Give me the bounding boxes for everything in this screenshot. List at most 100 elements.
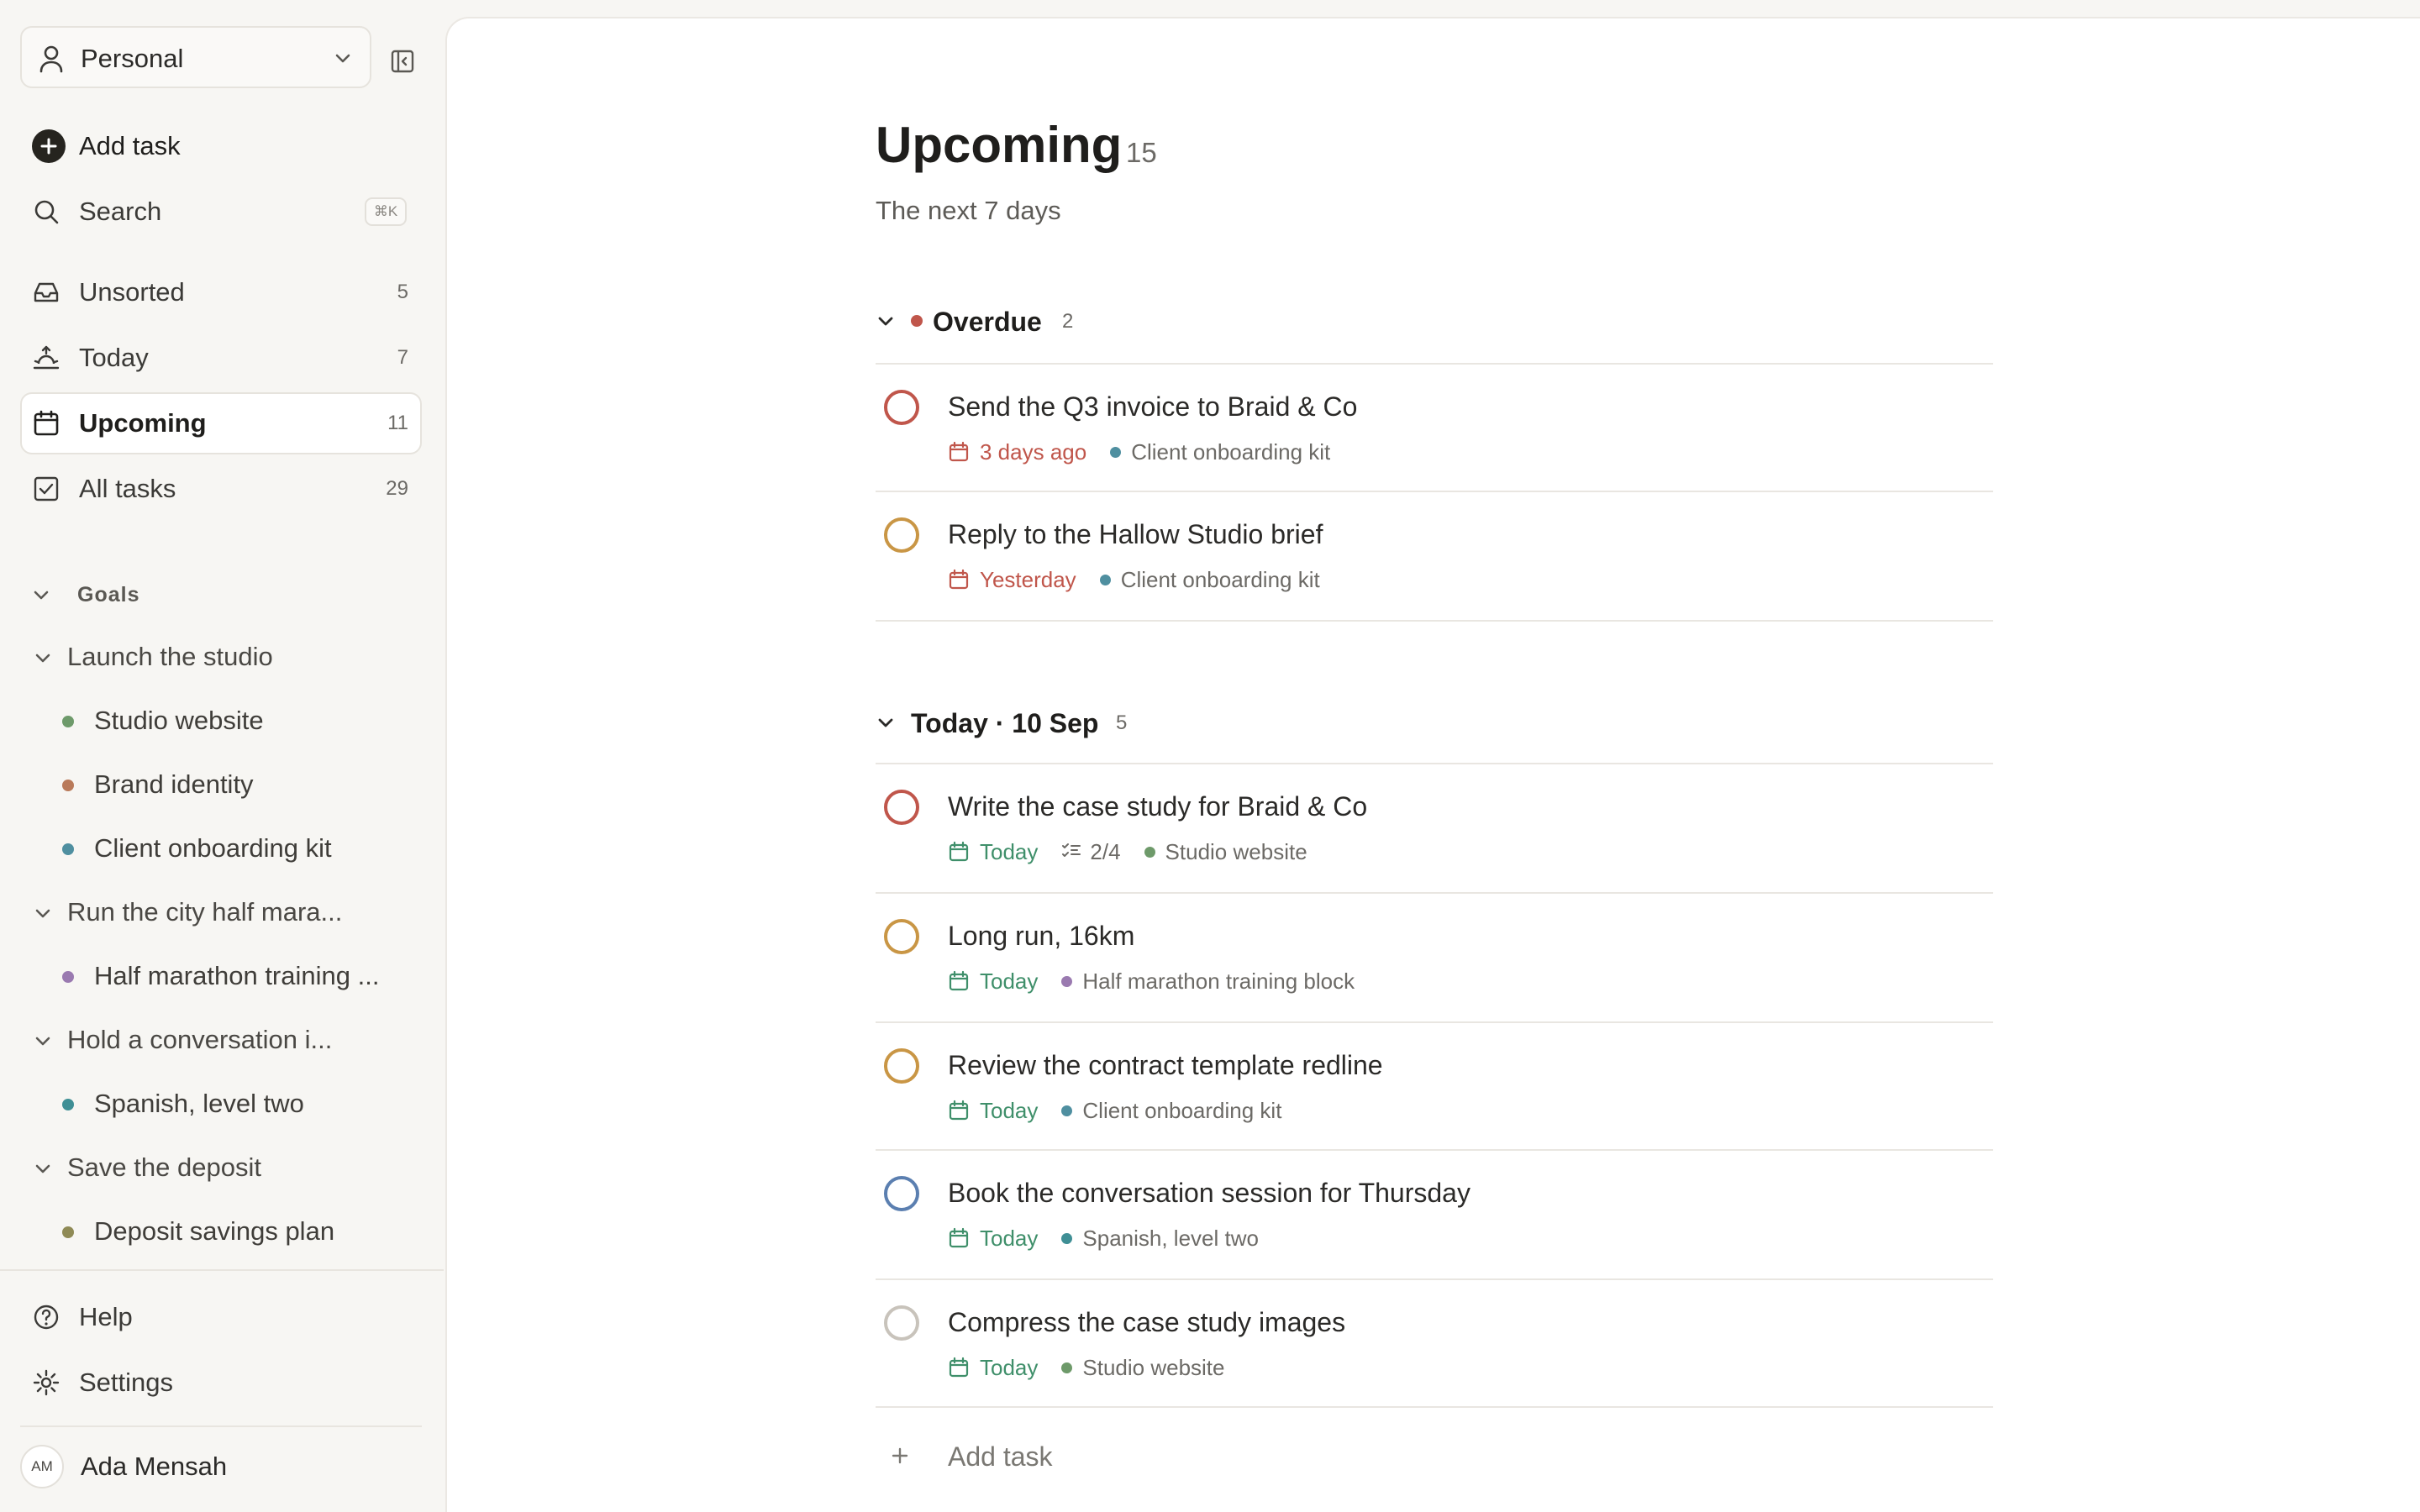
calendar-icon bbox=[948, 1100, 970, 1121]
overdue-dot bbox=[911, 315, 923, 327]
task-project[interactable]: Studio website bbox=[1082, 1355, 1224, 1381]
page-count: 15 bbox=[1126, 137, 1157, 168]
task-checkbox[interactable] bbox=[884, 1048, 919, 1084]
add-task-button[interactable]: Add task bbox=[20, 115, 422, 177]
goal-launch-the-studio[interactable]: Launch the studio bbox=[29, 640, 398, 674]
nav-item-label: Upcoming bbox=[79, 408, 207, 438]
project-color-dot bbox=[62, 971, 74, 983]
task-meta: 3 days ago Client onboarding kit bbox=[948, 437, 1330, 467]
task-due: Today bbox=[980, 1225, 1039, 1251]
subtasks-icon bbox=[1062, 843, 1081, 857]
project-label: Brand identity bbox=[94, 769, 254, 799]
project-spanish-level-two[interactable]: Spanish, level two bbox=[62, 1087, 398, 1121]
add-task-inline-button[interactable]: Add task bbox=[876, 1438, 1212, 1475]
task-project[interactable]: Client onboarding kit bbox=[1131, 439, 1330, 465]
task-meta: Yesterday Client onboarding kit bbox=[948, 564, 1320, 595]
project-label: Client onboarding kit bbox=[94, 833, 332, 863]
task-row[interactable]: Reply to the Hallow Studio brief Yesterd… bbox=[876, 492, 1993, 620]
group-count: 5 bbox=[1116, 711, 1128, 734]
project-color-dot bbox=[1061, 1105, 1073, 1116]
project-color-dot bbox=[1110, 446, 1122, 458]
chevron-down-icon bbox=[34, 1159, 52, 1178]
project-color-dot bbox=[1061, 975, 1073, 987]
task-project[interactable]: Client onboarding kit bbox=[1121, 567, 1320, 593]
chevron-down-icon bbox=[34, 904, 52, 922]
help-icon bbox=[32, 1303, 60, 1331]
task-checkbox[interactable] bbox=[884, 517, 919, 553]
avatar[interactable]: AM bbox=[20, 1445, 64, 1488]
task-row[interactable]: Book the conversation session for Thursd… bbox=[876, 1151, 1993, 1278]
project-color-dot bbox=[62, 1099, 74, 1110]
group-header-overdue[interactable]: Overdue 2 bbox=[876, 302, 1128, 339]
nav-item-label: Today bbox=[79, 343, 149, 372]
goals-heading: Goals bbox=[77, 583, 140, 606]
calendar-icon bbox=[948, 1357, 970, 1378]
task-row[interactable]: Send the Q3 invoice to Braid & Co 3 days… bbox=[876, 365, 1993, 492]
task-project[interactable]: Studio website bbox=[1165, 839, 1307, 865]
project-color-dot bbox=[1099, 574, 1111, 585]
user-icon bbox=[39, 45, 64, 73]
settings-button[interactable]: Settings bbox=[20, 1352, 422, 1414]
project-half-marathon-training[interactable]: Half marathon training ... bbox=[62, 959, 398, 993]
task-row[interactable]: Compress the case study images Today Stu… bbox=[876, 1280, 1993, 1408]
task-title[interactable]: Book the conversation session for Thursd… bbox=[948, 1176, 1470, 1210]
task-due: Today bbox=[980, 1097, 1039, 1123]
project-client-onboarding-kit[interactable]: Client onboarding kit bbox=[62, 832, 398, 865]
group-name: Overdue bbox=[933, 307, 1042, 337]
task-checkbox[interactable] bbox=[884, 1176, 919, 1211]
calendar-icon bbox=[948, 841, 970, 863]
task-title[interactable]: Compress the case study images bbox=[948, 1305, 1345, 1339]
help-button[interactable]: Help bbox=[20, 1286, 422, 1348]
goals-section-toggle[interactable]: Goals bbox=[29, 580, 281, 608]
task-project[interactable]: Client onboarding kit bbox=[1082, 1098, 1281, 1124]
task-checkbox[interactable] bbox=[884, 1305, 919, 1341]
calendar-icon bbox=[32, 409, 60, 438]
task-due: 3 days ago bbox=[980, 438, 1087, 465]
project-label: Studio website bbox=[94, 706, 264, 735]
project-brand-identity[interactable]: Brand identity bbox=[62, 768, 398, 801]
project-studio-website[interactable]: Studio website bbox=[62, 704, 398, 738]
nav-item-all-tasks[interactable]: All tasks 29 bbox=[20, 458, 422, 520]
search-button[interactable]: Search ⌘K bbox=[20, 181, 422, 243]
chevron-down-icon bbox=[876, 712, 896, 732]
nav-item-count: 5 bbox=[397, 281, 408, 303]
goal-save-the-deposit[interactable]: Save the deposit bbox=[29, 1151, 398, 1184]
task-title[interactable]: Review the contract template redline bbox=[948, 1048, 1383, 1082]
collapse-sidebar-icon[interactable] bbox=[388, 47, 417, 76]
task-project[interactable]: Spanish, level two bbox=[1082, 1226, 1259, 1252]
workspace-switcher[interactable]: Personal bbox=[20, 26, 371, 88]
nav-item-count: 29 bbox=[386, 477, 408, 500]
nav-item-unsorted[interactable]: Unsorted 5 bbox=[20, 261, 422, 323]
goal-label: Run the city half mara... bbox=[67, 897, 343, 927]
add-task-inline-label: Add task bbox=[948, 1441, 1053, 1472]
task-subtasks: 2/4 bbox=[1061, 839, 1121, 865]
task-title[interactable]: Write the case study for Braid & Co bbox=[948, 790, 1367, 823]
project-deposit-savings-plan[interactable]: Deposit savings plan bbox=[62, 1215, 398, 1248]
task-row[interactable]: Long run, 16km Today Half marathon train… bbox=[876, 894, 1993, 1021]
nav-item-upcoming[interactable]: Upcoming 11 bbox=[20, 392, 422, 454]
task-row[interactable]: Write the case study for Braid & Co Toda… bbox=[876, 764, 1993, 892]
task-checkbox[interactable] bbox=[884, 790, 919, 825]
project-label: Spanish, level two bbox=[94, 1089, 304, 1118]
add-task-label: Add task bbox=[79, 131, 181, 160]
group-header-today[interactable]: Today · 10 Sep 5 bbox=[876, 704, 1144, 741]
nav-item-today[interactable]: Today 7 bbox=[20, 327, 422, 389]
calendar-icon bbox=[948, 441, 970, 463]
goal-label: Save the deposit bbox=[67, 1152, 261, 1182]
goal-hold-a-conversation[interactable]: Hold a conversation i... bbox=[29, 1023, 398, 1057]
chevron-down-icon bbox=[32, 585, 50, 604]
goal-run-the-city-half-marathon[interactable]: Run the city half mara... bbox=[29, 895, 398, 929]
task-checkbox[interactable] bbox=[884, 919, 919, 954]
task-project[interactable]: Half marathon training block bbox=[1082, 969, 1355, 995]
user-name[interactable]: Ada Mensah bbox=[81, 1452, 227, 1482]
task-title[interactable]: Reply to the Hallow Studio brief bbox=[948, 517, 1323, 551]
sidebar-divider bbox=[20, 1425, 422, 1427]
task-checkbox[interactable] bbox=[884, 390, 919, 425]
task-title[interactable]: Send the Q3 invoice to Braid & Co bbox=[948, 390, 1357, 423]
sidebar: Personal Add task Search ⌘K Unsorted 5 T… bbox=[0, 0, 444, 1512]
project-color-dot bbox=[62, 780, 74, 791]
task-title[interactable]: Long run, 16km bbox=[948, 919, 1134, 953]
settings-label: Settings bbox=[79, 1368, 174, 1397]
task-meta: Today Spanish, level two bbox=[948, 1223, 1259, 1253]
task-row[interactable]: Review the contract template redline Tod… bbox=[876, 1023, 1993, 1151]
